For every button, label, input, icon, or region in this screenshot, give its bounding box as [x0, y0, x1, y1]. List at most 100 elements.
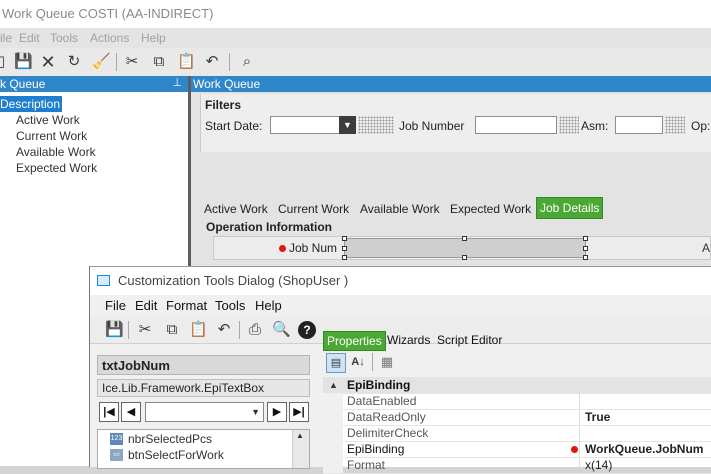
asm-input[interactable] [615, 116, 663, 134]
tree-item-expected-work[interactable]: Expected Work [16, 160, 97, 176]
menu-actions[interactable]: Actions [90, 28, 129, 48]
row-gutter [323, 441, 343, 457]
resize-handle[interactable] [342, 255, 347, 260]
resize-handle[interactable] [342, 246, 347, 251]
collapse-icon[interactable]: ▲ [329, 377, 338, 393]
tab-properties[interactable]: Properties [323, 331, 386, 351]
row-gutter [323, 457, 343, 473]
property-value[interactable]: True [585, 409, 610, 425]
menu-edit[interactable]: Edit [19, 28, 40, 48]
property-category-label: EpiBinding [347, 378, 411, 392]
main-toolbar: ▯ 💾 ✕ ↻ 🧹 ✂ ⧉ 📋 ↶ ⌕ [0, 48, 711, 77]
tab-expected-work[interactable]: Expected Work [450, 201, 531, 217]
tab-active-work[interactable]: Active Work [204, 201, 268, 217]
truncated-label: A [702, 241, 711, 255]
property-row[interactable]: DelimiterCheck [323, 425, 711, 442]
dialog-window-icon [97, 275, 110, 286]
property-name: DataEnabled [347, 394, 417, 408]
property-row[interactable]: EpiBinding WorkQueue.JobNum [323, 441, 711, 458]
chevron-down-icon: ▼ [251, 407, 260, 417]
toolbar-separator [229, 53, 230, 71]
undo-icon[interactable]: ↶ [215, 321, 233, 339]
job-num-field[interactable] [342, 236, 588, 260]
property-pages-icon[interactable]: ▦ [378, 353, 396, 371]
row-gutter [323, 409, 343, 425]
menu-file[interactable]: ile [0, 28, 12, 48]
first-record-button[interactable]: |◀ [99, 402, 119, 422]
previous-record-button[interactable]: ◀ [121, 402, 141, 422]
resize-handle[interactable] [583, 255, 588, 260]
tab-script-editor[interactable]: Script Editor [434, 331, 505, 349]
property-row[interactable]: DataReadOnly True [323, 409, 711, 426]
dialog-menu-format[interactable]: Format [166, 295, 207, 317]
save-icon[interactable]: 💾 [14, 53, 33, 71]
property-value[interactable]: x(14) [585, 457, 612, 473]
categorized-icon[interactable]: ▤ [326, 353, 346, 373]
control-list[interactable]: 123 nbrSelectedPcs ▭ btnSelectForWork ▲ [97, 429, 310, 469]
work-queue-tabs: Active Work Current Work Available Work … [200, 196, 711, 220]
menu-help[interactable]: Help [141, 28, 166, 48]
paste-icon[interactable]: 📋 [177, 53, 196, 71]
resize-handle[interactable] [462, 236, 467, 241]
new-icon[interactable]: ▯ [0, 53, 10, 71]
help-icon[interactable]: ? [298, 321, 316, 339]
resize-handle[interactable] [462, 255, 467, 260]
dialog-menu-file[interactable]: File [105, 295, 126, 317]
list-scrollbar[interactable]: ▲ [292, 430, 309, 468]
cut-icon[interactable]: ✂ [123, 53, 141, 71]
tree-item-available-work[interactable]: Available Work [16, 144, 96, 160]
dialog-menu-help[interactable]: Help [255, 295, 282, 317]
chevron-down-icon[interactable]: ▼ [339, 116, 356, 134]
resize-handle[interactable] [342, 236, 347, 241]
binoculars-icon[interactable]: ⌕ [238, 53, 256, 71]
dialog-tabs: Properties Wizards Script Editor [323, 329, 711, 351]
work-queue-header: Work Queue [191, 76, 711, 92]
print-icon[interactable]: ⎙ [246, 321, 264, 339]
tab-wizards[interactable]: Wizards [384, 331, 433, 349]
refresh-icon[interactable]: ↻ [65, 53, 83, 71]
clear-icon[interactable]: 🧹 [92, 53, 111, 71]
property-value[interactable]: WorkQueue.JobNum [585, 441, 703, 457]
properties-toolbar: ▤ A↓ ▦ [323, 351, 711, 377]
sort-alphabetical-icon[interactable]: A↓ [349, 353, 367, 371]
resize-handle[interactable] [583, 246, 588, 251]
operation-info-group: Job Num A [213, 236, 711, 260]
tab-available-work[interactable]: Available Work [360, 201, 440, 217]
scroll-up-icon[interactable]: ▲ [296, 431, 304, 440]
job-num-label: Job Num [289, 241, 338, 255]
undo-icon[interactable]: ↶ [203, 53, 221, 71]
resize-handle[interactable] [583, 236, 588, 241]
menu-tools[interactable]: Tools [50, 28, 78, 48]
op-label: Op: [691, 119, 711, 133]
property-row[interactable]: DataEnabled [323, 393, 711, 410]
tree-item-current-work[interactable]: Current Work [16, 128, 87, 144]
print-preview-icon[interactable]: 🔍 [272, 321, 291, 339]
toolbar-separator [372, 353, 373, 371]
control-dropdown[interactable]: ▼ [145, 402, 264, 422]
list-item-label: nbrSelectedPcs [128, 432, 213, 446]
field-placeholder-dots [358, 116, 394, 134]
copy-icon[interactable]: ⧉ [163, 321, 181, 339]
dialog-titlebar: Customization Tools Dialog (ShopUser ) [90, 267, 711, 295]
job-number-input[interactable] [475, 116, 557, 134]
dialog-menubar: File Edit Format Tools Help [90, 295, 711, 317]
property-category[interactable]: ▲ EpiBinding [323, 377, 711, 394]
pin-icon[interactable]: ⊥ [172, 76, 182, 89]
paste-icon[interactable]: 📋 [189, 321, 208, 339]
save-icon[interactable]: 💾 [105, 321, 124, 339]
property-grid: ▲ EpiBinding DataEnabled DataReadOnly Tr… [323, 377, 711, 474]
control-selector-panel: txtJobNum Ice.Lib.Framework.EpiTextBox |… [95, 351, 313, 469]
tree-item-active-work[interactable]: Active Work [16, 112, 80, 128]
last-record-button[interactable]: ▶| [289, 402, 309, 422]
property-name: Format [347, 458, 386, 472]
control-navigator: |◀ ◀ ▼ ▶ ▶| [97, 401, 310, 423]
tab-current-work[interactable]: Current Work [278, 201, 349, 217]
tree-root-description[interactable]: Description [0, 96, 63, 112]
tab-job-details[interactable]: Job Details [536, 197, 604, 219]
copy-icon[interactable]: ⧉ [150, 53, 168, 71]
cut-icon[interactable]: ✂ [136, 321, 154, 339]
dialog-menu-edit[interactable]: Edit [135, 295, 157, 317]
delete-icon[interactable]: ✕ [39, 53, 57, 71]
next-record-button[interactable]: ▶ [267, 402, 287, 422]
dialog-menu-tools[interactable]: Tools [215, 295, 245, 317]
